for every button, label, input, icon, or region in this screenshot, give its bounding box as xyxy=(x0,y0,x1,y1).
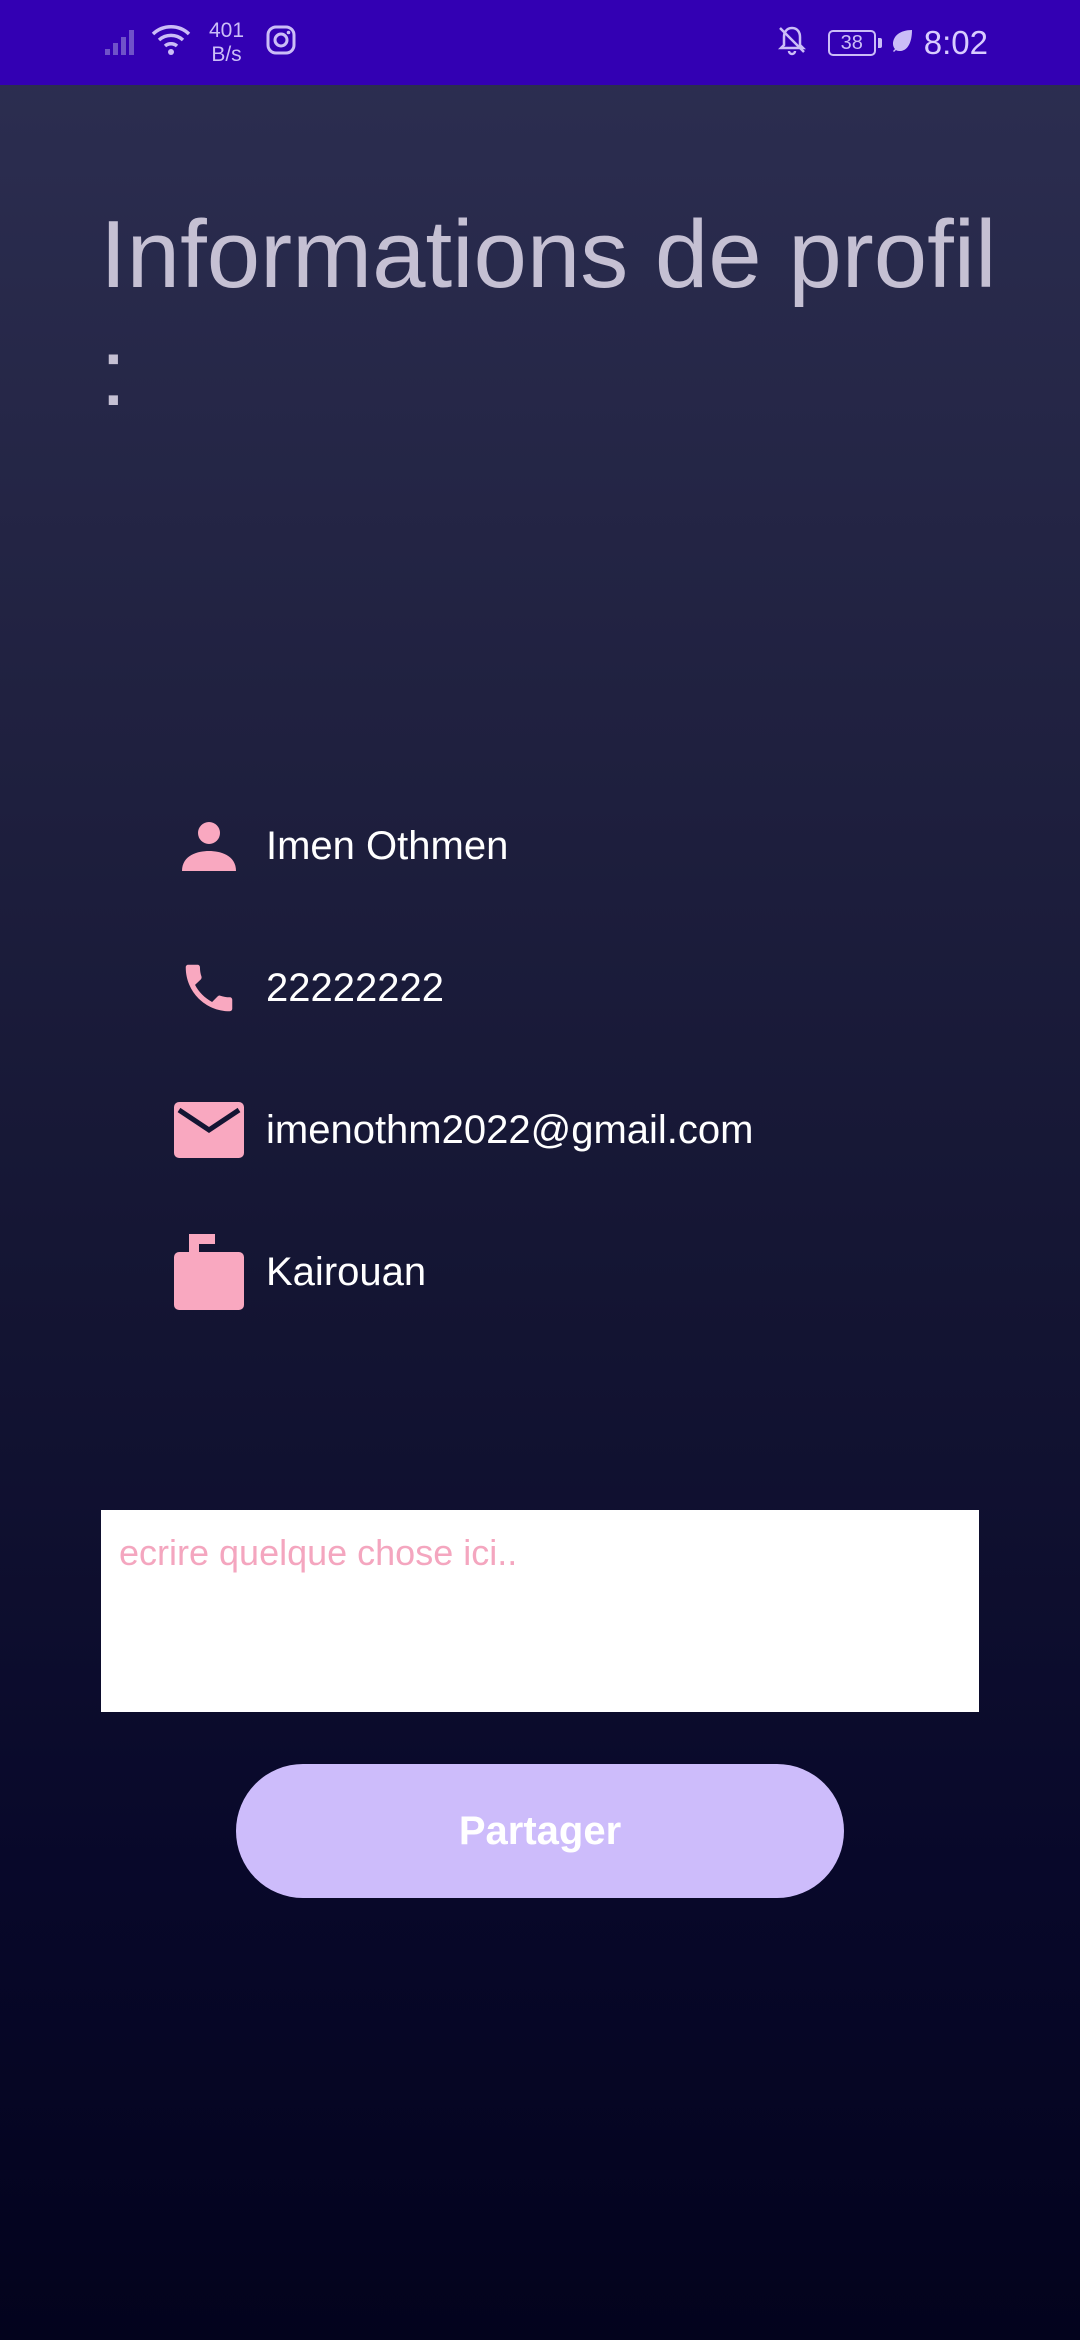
wifi-icon xyxy=(151,24,191,61)
person-icon xyxy=(170,807,248,885)
network-speed-value: 401 xyxy=(209,18,245,42)
status-time: 8:02 xyxy=(923,23,988,61)
battery-level: 38 xyxy=(840,31,863,54)
profile-email: imenothm2022@gmail.com xyxy=(266,1107,754,1152)
profile-city-row: Kairouan xyxy=(170,1227,426,1317)
network-speed: 401 B/s xyxy=(209,19,244,67)
bell-off-icon xyxy=(776,24,808,61)
signal-icon xyxy=(105,25,139,60)
phone-icon xyxy=(170,949,248,1027)
status-bar-right: 38 8:02 xyxy=(776,0,988,85)
post-text-input[interactable] xyxy=(101,1510,979,1712)
profile-email-row: imenothm2022@gmail.com xyxy=(170,1085,753,1175)
status-bar-left: 401 B/s xyxy=(105,0,296,85)
profile-phone-row: 22222222 xyxy=(170,943,444,1033)
status-bar: 401 B/s 38 8:02 xyxy=(0,0,1080,85)
page-title: Informations de profil : xyxy=(100,201,997,426)
battery-icon: 38 xyxy=(827,29,882,56)
mailbox-icon xyxy=(170,1233,248,1311)
profile-name: Imen Othmen xyxy=(266,823,509,868)
leaf-icon xyxy=(890,28,914,57)
profile-phone: 22222222 xyxy=(266,965,444,1010)
profile-city: Kairouan xyxy=(266,1249,427,1294)
profile-name-row: Imen Othmen xyxy=(170,801,508,891)
network-speed-unit: B/s xyxy=(211,42,242,66)
share-button[interactable]: Partager xyxy=(236,1764,844,1898)
instagram-icon xyxy=(266,25,296,60)
email-icon xyxy=(170,1091,248,1169)
